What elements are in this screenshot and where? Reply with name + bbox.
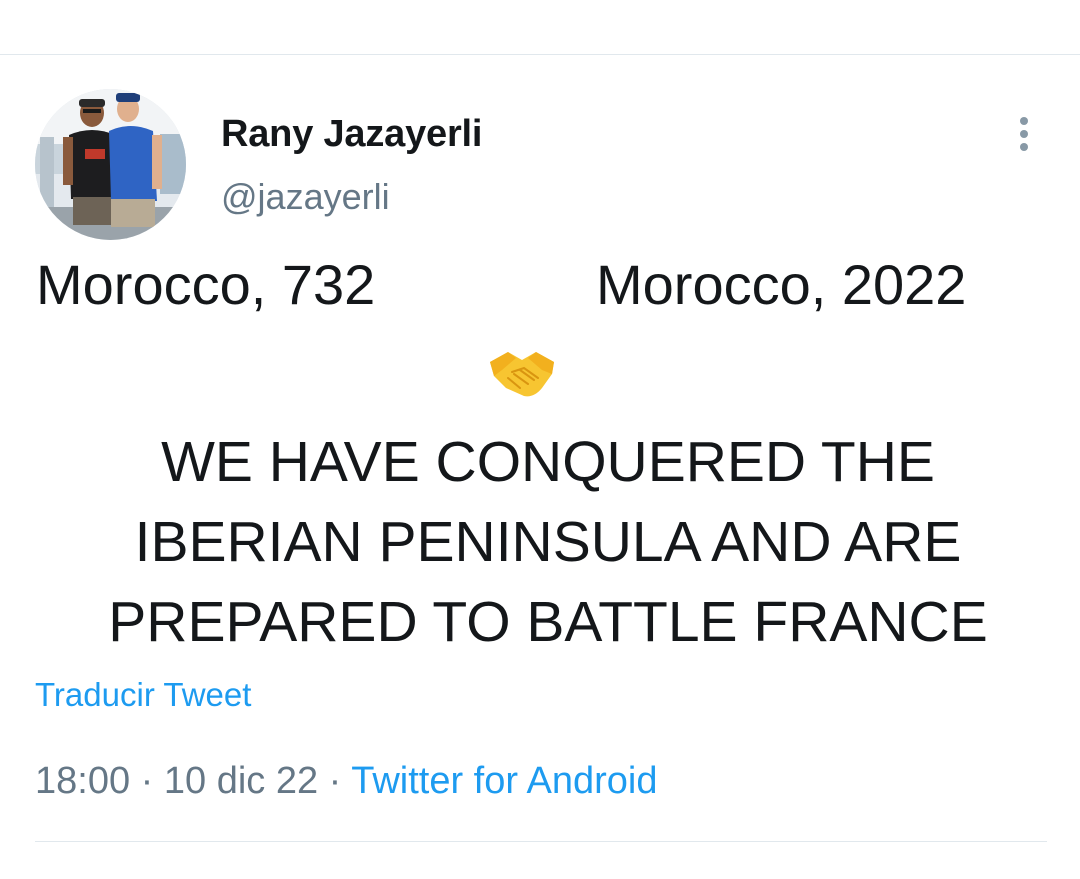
more-vertical-icon [1020,117,1028,125]
user-handle[interactable]: @jazayerli [221,176,390,218]
caps-line: PREPARED TO BATTLE FRANCE [108,590,988,654]
bottom-divider [35,841,1047,842]
avatar[interactable] [35,89,186,240]
more-options-button[interactable] [1005,112,1043,156]
top-divider [0,54,1080,55]
meta-separator: · [140,760,154,802]
more-vertical-icon-dot [1020,130,1028,138]
display-name[interactable]: Rany Jazayerli [221,113,482,156]
tweet-caps-text: WE HAVE CONQUERED THE IBERIAN PENINSULA … [0,422,1080,662]
tweet-text-left: Morocco, 732 [36,253,376,316]
caps-line: WE HAVE CONQUERED THE [161,430,935,494]
translate-tweet-link[interactable]: Traducir Tweet [35,676,251,714]
tweet-text-right: Morocco, 2022 [596,253,967,316]
tweet-date[interactable]: 10 dic 22 [164,760,318,802]
meta-separator: · [328,760,342,802]
caps-line: IBERIAN PENINSULA AND ARE [134,510,962,574]
avatar-photo [35,89,186,240]
more-vertical-icon-dot [1020,143,1028,151]
tweet-source-link[interactable]: Twitter for Android [351,760,657,802]
tweet-time[interactable]: 18:00 [35,760,130,802]
handshake-emoji-icon [486,344,558,404]
tweet-meta: 18:00 · 10 dic 22 · Twitter for Android [35,760,657,803]
